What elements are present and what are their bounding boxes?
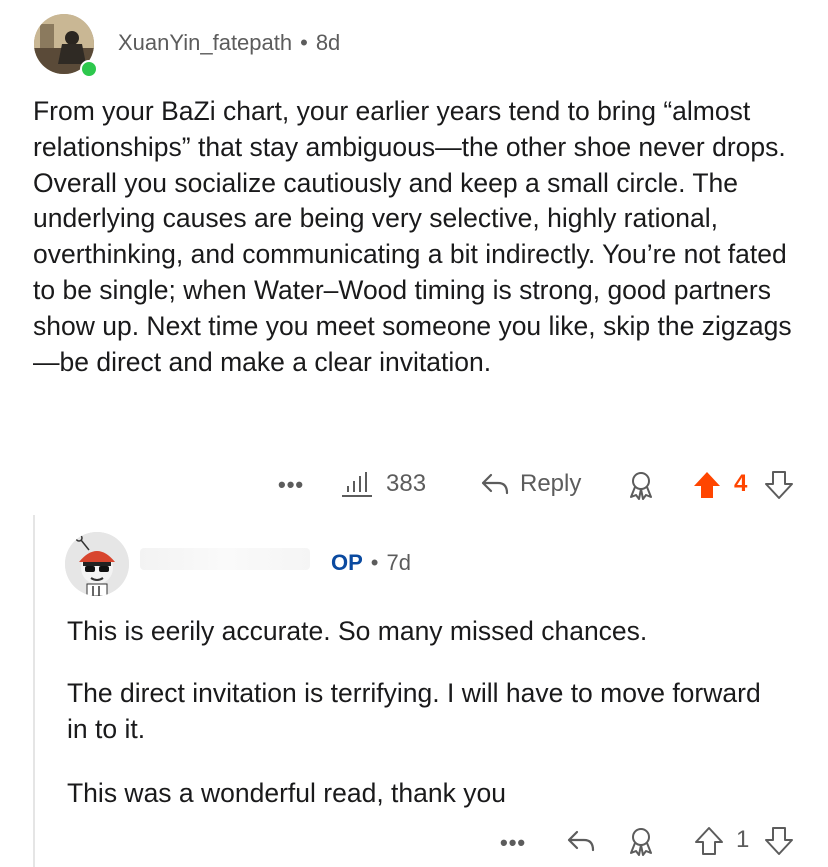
reply-label: Reply <box>520 470 582 497</box>
reply-reply-button[interactable] <box>566 828 596 854</box>
separator-dot: • <box>300 30 308 55</box>
comment-meta: XuanYin_fatepath • 8d <box>118 30 340 56</box>
reply-award-button[interactable] <box>626 826 656 856</box>
upvote-button[interactable] <box>692 470 722 500</box>
more-options-button[interactable]: ••• <box>278 472 304 498</box>
bar-chart-icon <box>342 472 372 497</box>
reply-paragraph: This was a wonderful read, thank you <box>67 778 506 808</box>
views-count: 383 <box>386 470 427 497</box>
reply-upvote-button[interactable] <box>694 826 724 856</box>
reply-downvote-button[interactable] <box>764 826 794 856</box>
reply-button[interactable]: Reply <box>480 470 581 498</box>
award-icon <box>630 472 652 500</box>
upvote-arrow-icon <box>694 472 720 498</box>
downvote-arrow-icon <box>765 827 793 855</box>
vote-count: 4 <box>734 470 748 497</box>
op-badge: OP <box>331 550 363 575</box>
reply-more-options-button[interactable]: ••• <box>500 830 526 856</box>
reply-meta: OP • 7d <box>331 550 411 576</box>
separator-dot: • <box>370 550 379 575</box>
username[interactable]: XuanYin_fatepath <box>118 30 292 55</box>
reply-paragraph: The direct invitation is terrifying. I w… <box>67 678 761 744</box>
thread-line[interactable] <box>33 515 35 867</box>
views-stat[interactable]: 383 <box>340 470 426 498</box>
reply-user-avatar[interactable] <box>65 532 129 596</box>
reply-arrow-icon <box>567 830 595 852</box>
redacted-username <box>140 548 310 570</box>
award-icon <box>630 828 652 856</box>
comment-age: 8d <box>315 30 341 55</box>
comment-actions: ••• 383 Reply 4 <box>0 466 828 506</box>
comment-body: From your BaZi chart, your earlier years… <box>33 96 792 377</box>
online-status-indicator <box>80 60 98 78</box>
reply-age: 7d <box>386 550 411 575</box>
snoo-avatar-icon <box>65 532 129 596</box>
upvote-arrow-icon <box>695 827 723 855</box>
downvote-button[interactable] <box>764 470 794 500</box>
reply-paragraph: This is eerily accurate. So many missed … <box>67 616 648 646</box>
reply-vote-count: 1 <box>736 826 750 853</box>
reply-actions: ••• 1 <box>0 822 828 862</box>
award-button[interactable] <box>626 470 656 500</box>
reply-arrow-icon <box>481 473 509 495</box>
downvote-arrow-icon <box>765 471 793 499</box>
